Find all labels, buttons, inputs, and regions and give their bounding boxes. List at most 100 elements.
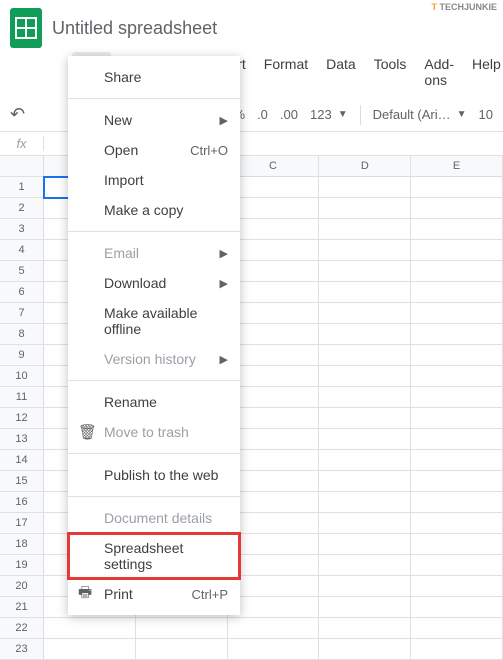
cell[interactable] — [319, 366, 411, 387]
cell[interactable] — [228, 576, 320, 597]
menu-item-publish[interactable]: Publish to the web — [68, 460, 240, 490]
row-header[interactable]: 18 — [0, 534, 44, 555]
cell[interactable] — [319, 345, 411, 366]
cell[interactable] — [411, 618, 503, 639]
cell[interactable] — [228, 198, 320, 219]
cell[interactable] — [319, 492, 411, 513]
cell[interactable] — [319, 261, 411, 282]
row-header[interactable]: 9 — [0, 345, 44, 366]
row-header[interactable]: 12 — [0, 408, 44, 429]
cell[interactable] — [319, 618, 411, 639]
cell[interactable] — [411, 471, 503, 492]
cell[interactable] — [228, 303, 320, 324]
cell[interactable] — [319, 597, 411, 618]
row-header[interactable]: 7 — [0, 303, 44, 324]
undo-icon[interactable]: ↶ — [10, 104, 25, 125]
cell[interactable] — [228, 387, 320, 408]
cell[interactable] — [411, 450, 503, 471]
row-header[interactable]: 10 — [0, 366, 44, 387]
cell[interactable] — [228, 618, 320, 639]
menu-item-rename[interactable]: Rename — [68, 387, 240, 417]
cell[interactable] — [319, 324, 411, 345]
menu-item-document-details[interactable]: Document details — [68, 503, 240, 533]
row-header[interactable]: 19 — [0, 555, 44, 576]
cell[interactable] — [228, 492, 320, 513]
menu-item-open[interactable]: OpenCtrl+O — [68, 135, 240, 165]
row-header[interactable]: 6 — [0, 282, 44, 303]
row-header[interactable]: 11 — [0, 387, 44, 408]
cell[interactable] — [228, 324, 320, 345]
row-header[interactable]: 15 — [0, 471, 44, 492]
cell[interactable] — [228, 261, 320, 282]
cell[interactable] — [411, 534, 503, 555]
row-header[interactable]: 5 — [0, 261, 44, 282]
sheets-logo-icon[interactable] — [10, 8, 42, 48]
cell[interactable] — [44, 639, 136, 660]
row-header[interactable]: 2 — [0, 198, 44, 219]
menu-item-email[interactable]: Email▶ — [68, 238, 240, 268]
menu-item-version-history[interactable]: Version history▶ — [68, 344, 240, 374]
cell[interactable] — [228, 471, 320, 492]
select-all-corner[interactable] — [0, 156, 44, 177]
decrease-decimal[interactable]: .0 — [257, 107, 268, 122]
menu-item-make-copy[interactable]: Make a copy — [68, 195, 240, 225]
row-header[interactable]: 17 — [0, 513, 44, 534]
menu-addons[interactable]: Add-ons — [416, 52, 462, 92]
menu-tools[interactable]: Tools — [366, 52, 415, 92]
cell[interactable] — [411, 219, 503, 240]
menu-item-offline[interactable]: Make available offline — [68, 298, 240, 344]
cell[interactable] — [319, 513, 411, 534]
cell[interactable] — [411, 282, 503, 303]
cell[interactable] — [319, 429, 411, 450]
menu-item-new[interactable]: New▶ — [68, 105, 240, 135]
cell[interactable] — [411, 429, 503, 450]
menu-item-import[interactable]: Import — [68, 165, 240, 195]
menu-format[interactable]: Format — [256, 52, 316, 92]
cell[interactable] — [411, 198, 503, 219]
row-header[interactable]: 1 — [0, 177, 44, 198]
cell[interactable] — [411, 492, 503, 513]
cell[interactable] — [319, 534, 411, 555]
increase-decimal[interactable]: .00 — [280, 107, 298, 122]
cell[interactable] — [411, 387, 503, 408]
cell[interactable] — [228, 639, 320, 660]
cell[interactable] — [319, 408, 411, 429]
cell[interactable] — [228, 597, 320, 618]
menu-item-spreadsheet-settings[interactable]: Spreadsheet settings — [68, 533, 240, 579]
cell[interactable] — [228, 450, 320, 471]
cell[interactable] — [136, 639, 228, 660]
cell[interactable] — [228, 555, 320, 576]
menu-item-download[interactable]: Download▶ — [68, 268, 240, 298]
cell[interactable] — [228, 240, 320, 261]
cell[interactable] — [411, 324, 503, 345]
row-header[interactable]: 22 — [0, 618, 44, 639]
cell[interactable] — [319, 198, 411, 219]
font-selector[interactable]: Default (Ari…▼ — [373, 107, 467, 122]
cell[interactable] — [411, 597, 503, 618]
cell[interactable] — [411, 576, 503, 597]
cell[interactable] — [319, 450, 411, 471]
menu-data[interactable]: Data — [318, 52, 364, 92]
cell[interactable] — [228, 282, 320, 303]
cell[interactable] — [319, 555, 411, 576]
row-header[interactable]: 4 — [0, 240, 44, 261]
row-header[interactable]: 16 — [0, 492, 44, 513]
cell[interactable] — [319, 282, 411, 303]
cell[interactable] — [411, 513, 503, 534]
cell[interactable] — [411, 240, 503, 261]
cell[interactable] — [228, 345, 320, 366]
document-title[interactable]: Untitled spreadsheet — [52, 18, 217, 39]
menu-item-print[interactable]: 🖶PrintCtrl+P — [68, 579, 240, 609]
cell[interactable] — [228, 429, 320, 450]
cell[interactable] — [228, 513, 320, 534]
cell[interactable] — [319, 303, 411, 324]
cell[interactable] — [319, 177, 411, 198]
row-header[interactable]: 8 — [0, 324, 44, 345]
cell[interactable] — [319, 387, 411, 408]
row-header[interactable]: 20 — [0, 576, 44, 597]
cell[interactable] — [411, 555, 503, 576]
cell[interactable] — [411, 261, 503, 282]
cell[interactable] — [228, 366, 320, 387]
cell[interactable] — [411, 345, 503, 366]
cell[interactable] — [319, 639, 411, 660]
